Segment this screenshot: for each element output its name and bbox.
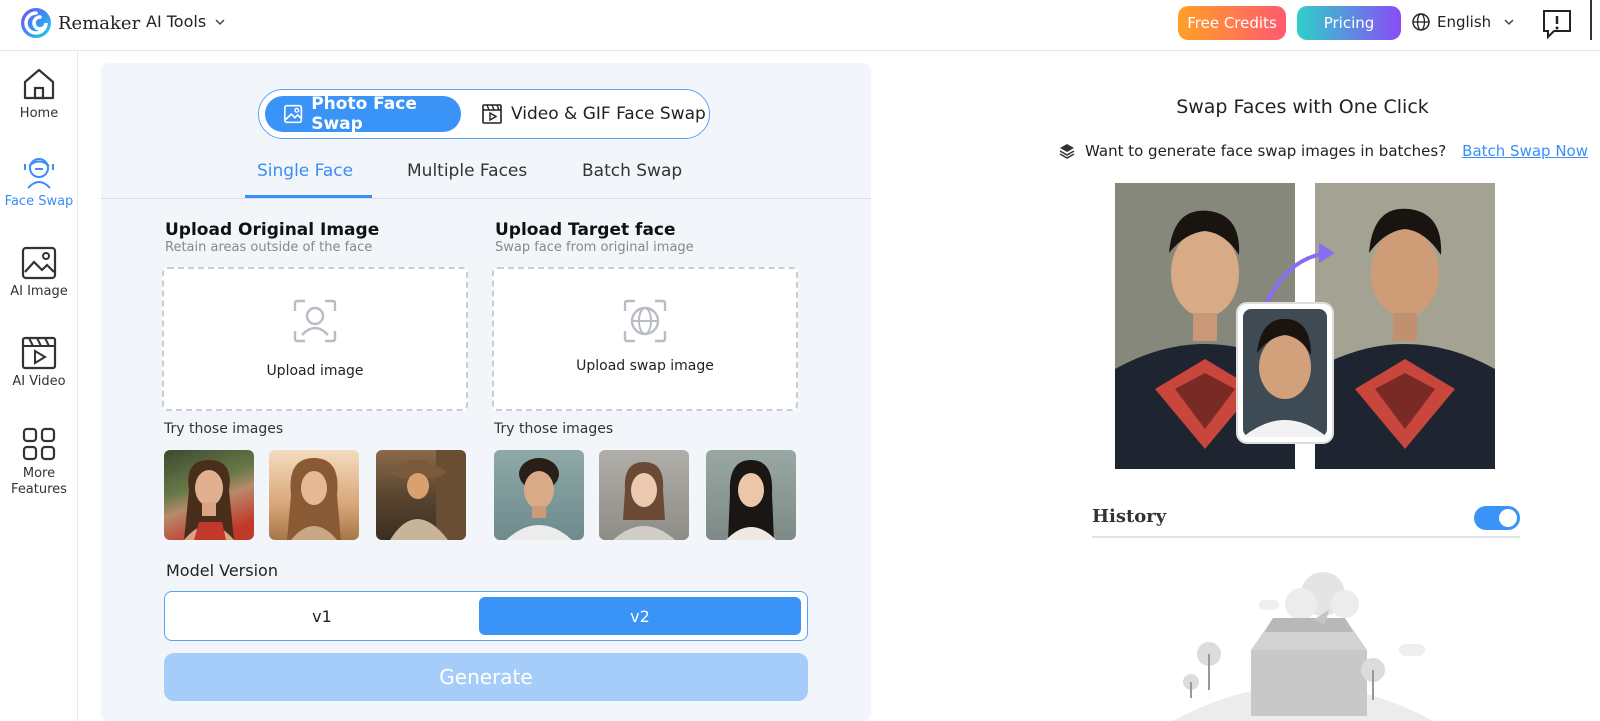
model-version-label: Model Version [166, 561, 278, 580]
face-swap-icon [24, 158, 54, 189]
mode-toggle: Photo Face Swap Video & GIF Face Swap [258, 89, 710, 139]
sample-target-thumbnail[interactable] [599, 450, 689, 540]
sidebar-item-ai-video[interactable]: AI Video [0, 336, 78, 389]
upload-swap-image-label: Upload swap image [576, 358, 714, 374]
face-swap-panel: Photo Face Swap Video & GIF Face Swap Si… [101, 63, 871, 721]
sidebar-item-label: Home [19, 106, 59, 121]
sample-target-thumbnail[interactable] [494, 450, 584, 540]
tab-multiple-faces[interactable]: Multiple Faces [407, 161, 527, 181]
model-v1-option[interactable]: v1 [165, 592, 479, 640]
image-icon [21, 246, 57, 280]
chevron-down-icon [215, 18, 225, 25]
tab-single-face[interactable]: Single Face [257, 161, 353, 181]
batch-prompt-row: Want to generate face swap images in bat… [1059, 142, 1588, 160]
free-credits-button[interactable]: Free Credits [1178, 6, 1286, 40]
sidebar-item-label: AI Video [12, 374, 66, 389]
chevron-down-icon [1504, 19, 1514, 26]
history-toggle[interactable] [1474, 506, 1520, 530]
sample-original-thumbnail[interactable] [164, 450, 254, 540]
video-icon [482, 104, 502, 124]
brand-logo-link[interactable]: Remaker [20, 7, 140, 39]
photo-face-swap-label: Photo Face Swap [311, 94, 417, 134]
video-icon [21, 336, 57, 370]
face-mode-tabs: Single Face Multiple Faces Batch Swap [101, 159, 871, 199]
video-gif-face-swap-label: Video & GIF Face Swap [511, 104, 706, 124]
woman-portrait-image [184, 460, 234, 540]
history-divider [1092, 536, 1520, 538]
pricing-button[interactable]: Pricing [1297, 6, 1401, 40]
woman-portrait-image [726, 460, 776, 540]
sidebar-item-ai-image[interactable]: AI Image [0, 246, 78, 299]
batch-swap-now-link[interactable]: Batch Swap Now [1462, 142, 1588, 160]
sidebar-item-label: AI Image [10, 284, 68, 299]
target-face-title: Upload Target face [495, 220, 676, 240]
batch-prompt-text: Want to generate face swap images in bat… [1085, 142, 1447, 160]
home-icon [23, 68, 55, 100]
video-gif-face-swap-button[interactable]: Video & GIF Face Swap [481, 96, 706, 132]
sidebar-item-face-swap[interactable]: Face Swap [0, 154, 78, 209]
empty-history-illustration [1173, 572, 1433, 721]
feedback-icon[interactable] [1540, 7, 1574, 41]
ai-tools-label: AI Tools [146, 12, 207, 31]
globe-icon [1412, 13, 1430, 31]
try-images-label-original: Try those images [164, 421, 284, 437]
top-header: Remaker AI Tools Free Credits Pricing En… [0, 0, 1600, 51]
sample-original-thumbnail[interactable] [376, 450, 466, 540]
photo-icon [284, 104, 303, 124]
active-tab-indicator [245, 195, 372, 198]
face-target-icon [623, 299, 667, 343]
sidebar-item-label: More Features [11, 466, 67, 497]
toggle-knob [1499, 509, 1517, 527]
model-v2-option[interactable]: v2 [479, 597, 801, 635]
grid-icon [22, 427, 56, 461]
face-swap-demo-image [1115, 183, 1495, 469]
generate-button[interactable]: Generate [164, 653, 808, 701]
right-title: Swap Faces with One Click [1176, 96, 1429, 118]
try-images-label-target: Try those images [494, 421, 614, 437]
original-image-subtitle: Retain areas outside of the face [165, 240, 373, 255]
sidebar-item-home[interactable]: Home [0, 66, 78, 121]
language-label: English [1437, 13, 1492, 31]
sidebar-item-label: Face Swap [4, 194, 74, 209]
man-portrait-image [506, 458, 572, 540]
model-version-toggle: v1 v2 [164, 591, 808, 641]
upload-target-dropzone[interactable]: Upload swap image [492, 267, 798, 411]
sample-target-thumbnail[interactable] [706, 450, 796, 540]
sample-original-thumbnail[interactable] [269, 450, 359, 540]
woman-portrait-image [613, 462, 675, 540]
language-selector[interactable]: English [1411, 12, 1515, 32]
edge-divider [1590, 0, 1592, 40]
ai-tools-menu[interactable]: AI Tools [146, 12, 226, 31]
upload-original-dropzone[interactable]: Upload image [162, 267, 468, 411]
original-image-title: Upload Original Image [165, 220, 380, 240]
photo-face-swap-button[interactable]: Photo Face Swap [265, 94, 461, 134]
layers-icon [1059, 144, 1075, 159]
face-scan-icon [293, 299, 337, 343]
remaker-logo-icon [21, 8, 51, 38]
tab-batch-swap[interactable]: Batch Swap [582, 161, 682, 181]
left-sidebar: Home Face Swap AI Image AI Video More Fe… [0, 52, 78, 721]
sidebar-item-more-features[interactable]: More Features [0, 426, 78, 498]
target-face-subtitle: Swap face from original image [495, 240, 694, 255]
woman-portrait-image [287, 458, 341, 540]
cowboy-portrait-image [390, 450, 466, 540]
history-title: History [1092, 506, 1167, 527]
brand-name: Remaker [58, 12, 141, 34]
upload-image-label: Upload image [266, 363, 364, 379]
